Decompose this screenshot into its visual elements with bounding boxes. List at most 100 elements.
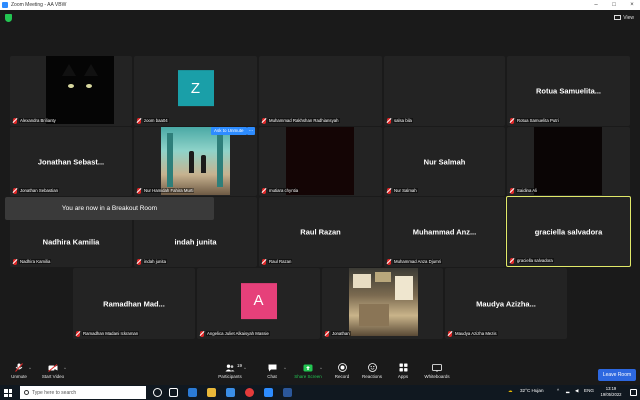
participant-tile[interactable]: Nur Hamidah Fahira Murti xyxy=(134,127,257,196)
participant-name: Jonathan Sebastian xyxy=(19,188,59,193)
file-explorer-icon[interactable] xyxy=(207,388,216,397)
minimize-button[interactable]: – xyxy=(588,0,604,10)
participant-name: Muhammad Anza Djumri xyxy=(393,259,443,264)
edge-browser-icon[interactable] xyxy=(188,388,197,397)
muted-mic-icon xyxy=(387,187,391,194)
participant-name-tag: salsa bila xyxy=(387,117,413,124)
participant-name: Nadhira Kamilia xyxy=(19,259,52,264)
video-options-caret-icon[interactable]: ^ xyxy=(64,366,66,371)
participant-display-name: indah junita xyxy=(174,237,217,247)
participant-name-tag: Muhammad Rakhshan Radhiansyah xyxy=(262,117,340,124)
chat-icon xyxy=(267,363,277,372)
audio-options-caret-icon[interactable]: ^ xyxy=(29,366,31,371)
participant-tile[interactable]: Ramadhan Mad... Ramadhan Madani Ickraman xyxy=(73,268,195,339)
volume-icon[interactable]: ◀ xyxy=(575,388,579,394)
chat-caret-icon[interactable]: ^ xyxy=(284,366,286,371)
participant-display-name: Muhammad Anz... xyxy=(412,227,477,237)
grid-view-icon xyxy=(614,15,622,20)
participant-tile[interactable]: Jonathan Sebast... Jonathan Sebastian xyxy=(10,127,132,196)
video-off-icon xyxy=(48,363,58,372)
participant-tile[interactable]: Muhammad Rakhshan Radhiansyah xyxy=(259,56,382,126)
share-screen-icon xyxy=(303,363,313,372)
participant-display-name: Ramadhan Mad... xyxy=(103,299,165,308)
participant-display-name: graciella salvadora xyxy=(534,227,603,236)
participant-video xyxy=(286,127,354,195)
weather-icon[interactable]: ☁ xyxy=(508,388,513,394)
participant-tile[interactable]: Rotua Samuelita... Rotua Samuelita Putri xyxy=(507,56,630,126)
muted-mic-icon xyxy=(510,257,514,264)
participant-name: Angelica Juliet Alkaisyah Massie xyxy=(206,331,270,336)
start-video-button[interactable]: Start Video xyxy=(34,363,72,379)
participant-tile[interactable]: Jonathan xyxy=(322,268,443,339)
participant-name-tag: Nur Salmah xyxy=(387,187,418,194)
participant-name-tag: Nadhira Kamilia xyxy=(13,258,52,265)
whiteboards-button[interactable]: Whiteboards xyxy=(418,363,456,379)
breakout-room-toast: You are now in a Breakout Room xyxy=(5,197,214,220)
chrome-icon[interactable] xyxy=(245,388,254,397)
participant-tile[interactable]: A Angelica Juliet Alkaisyah Massie xyxy=(197,268,320,339)
participant-name-tag: Jonathan xyxy=(325,330,351,337)
share-caret-icon[interactable]: ^ xyxy=(320,366,322,371)
participant-tile[interactable]: Alexandra Brilianty xyxy=(10,56,132,126)
muted-mic-icon xyxy=(262,258,266,265)
participant-tile[interactable]: Z zoom baa04 xyxy=(134,56,257,126)
taskbar-search-box[interactable]: Type here to search xyxy=(20,386,146,399)
tile-more-button[interactable]: ... xyxy=(247,127,255,135)
muted-mic-icon xyxy=(137,187,141,194)
participant-display-name: Maudya Azizha... xyxy=(476,299,536,308)
maximize-button[interactable]: □ xyxy=(606,0,622,10)
network-icon[interactable]: ▂ xyxy=(566,388,570,394)
participants-count: 19 xyxy=(237,363,243,368)
participant-tile[interactable]: Muhammad Anz... Muhammad Anza Djumri xyxy=(384,197,505,267)
tray-chevron-icon[interactable]: ^ xyxy=(557,388,559,393)
active-speaker-tile[interactable]: graciella salvadora graciella salvadora xyxy=(506,196,631,267)
ask-to-unmute-button[interactable]: Ask to Unmute xyxy=(211,127,247,135)
participant-video xyxy=(46,56,114,124)
word-icon[interactable] xyxy=(283,388,292,397)
participants-caret-icon[interactable]: ^ xyxy=(244,366,246,371)
participant-name-tag: graciella salvadora xyxy=(510,257,554,264)
participant-name: zoom baa04 xyxy=(143,118,169,123)
leave-room-button[interactable]: Leave Room xyxy=(598,369,636,381)
apps-icon xyxy=(398,363,408,372)
unmute-button[interactable]: Unmute xyxy=(0,363,38,379)
windows-taskbar: Type here to search ☁ 32°C Hujan ^ ▂ ◀ E… xyxy=(0,385,640,400)
close-button[interactable]: × xyxy=(624,0,640,10)
participant-tile[interactable]: mutiara chyntia xyxy=(259,127,382,196)
participant-display-name: Nur Salmah xyxy=(423,157,466,166)
task-view-icon[interactable] xyxy=(169,388,178,397)
taskbar-clock[interactable]: 13:19 19/05/2022 xyxy=(596,386,626,398)
participant-tile[interactable]: Saidina Ali xyxy=(507,127,630,196)
whiteboard-icon xyxy=(432,363,442,372)
notifications-icon[interactable] xyxy=(630,389,637,396)
muted-mic-icon xyxy=(387,258,391,265)
participant-name-tag: Rotua Samuelita Putri xyxy=(510,117,560,124)
participant-video xyxy=(534,127,602,195)
windows-start-icon[interactable] xyxy=(4,389,12,397)
muted-mic-icon xyxy=(262,187,266,194)
view-button[interactable]: View xyxy=(614,13,634,22)
participants-icon xyxy=(225,363,235,372)
participant-name: salsa bila xyxy=(393,118,413,123)
participant-tile[interactable]: Raul Razan Raul Razan xyxy=(259,197,382,267)
apps-button[interactable]: Apps xyxy=(384,363,422,379)
muted-mic-icon xyxy=(325,330,329,337)
participant-name: Nur Hamidah Fahira Murti xyxy=(143,188,195,193)
language-indicator[interactable]: ENG xyxy=(584,388,594,393)
participant-tile[interactable]: salsa bila xyxy=(384,56,505,126)
store-icon[interactable] xyxy=(226,388,235,397)
participant-tile[interactable]: Nur Salmah Nur Salmah xyxy=(384,127,505,196)
muted-mic-icon xyxy=(76,330,80,337)
weather-readout[interactable]: 32°C Hujan xyxy=(520,388,544,393)
zoom-window: Zoom Meeting - AA VBW – □ × View Alexand… xyxy=(0,0,640,400)
participant-name: Muhammad Rakhshan Radhiansyah xyxy=(268,118,340,123)
participant-name-tag: Jonathan Sebastian xyxy=(13,187,59,194)
security-shield-icon[interactable] xyxy=(5,14,12,22)
participant-name-tag: mutiara chyntia xyxy=(262,187,300,194)
view-label: View xyxy=(623,14,634,21)
muted-mic-icon xyxy=(137,258,141,265)
zoom-taskbar-icon[interactable] xyxy=(264,388,273,397)
participant-tile[interactable]: Maudya Azizha... Maudya Azizha Mezis xyxy=(445,268,567,339)
cortana-icon[interactable] xyxy=(153,388,162,397)
record-icon xyxy=(337,363,347,372)
